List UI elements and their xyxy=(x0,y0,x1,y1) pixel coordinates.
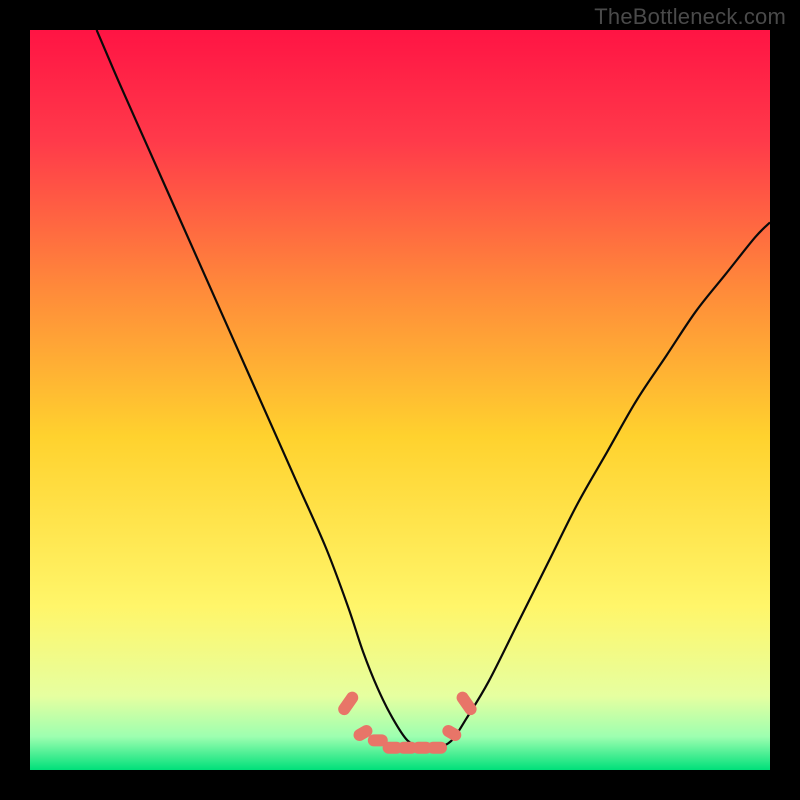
marker-capsule xyxy=(427,742,447,754)
plot-area xyxy=(30,30,770,770)
outer-frame: TheBottleneck.com xyxy=(0,0,800,800)
gradient-background xyxy=(30,30,770,770)
plot-svg xyxy=(30,30,770,770)
watermark-text: TheBottleneck.com xyxy=(594,4,786,30)
